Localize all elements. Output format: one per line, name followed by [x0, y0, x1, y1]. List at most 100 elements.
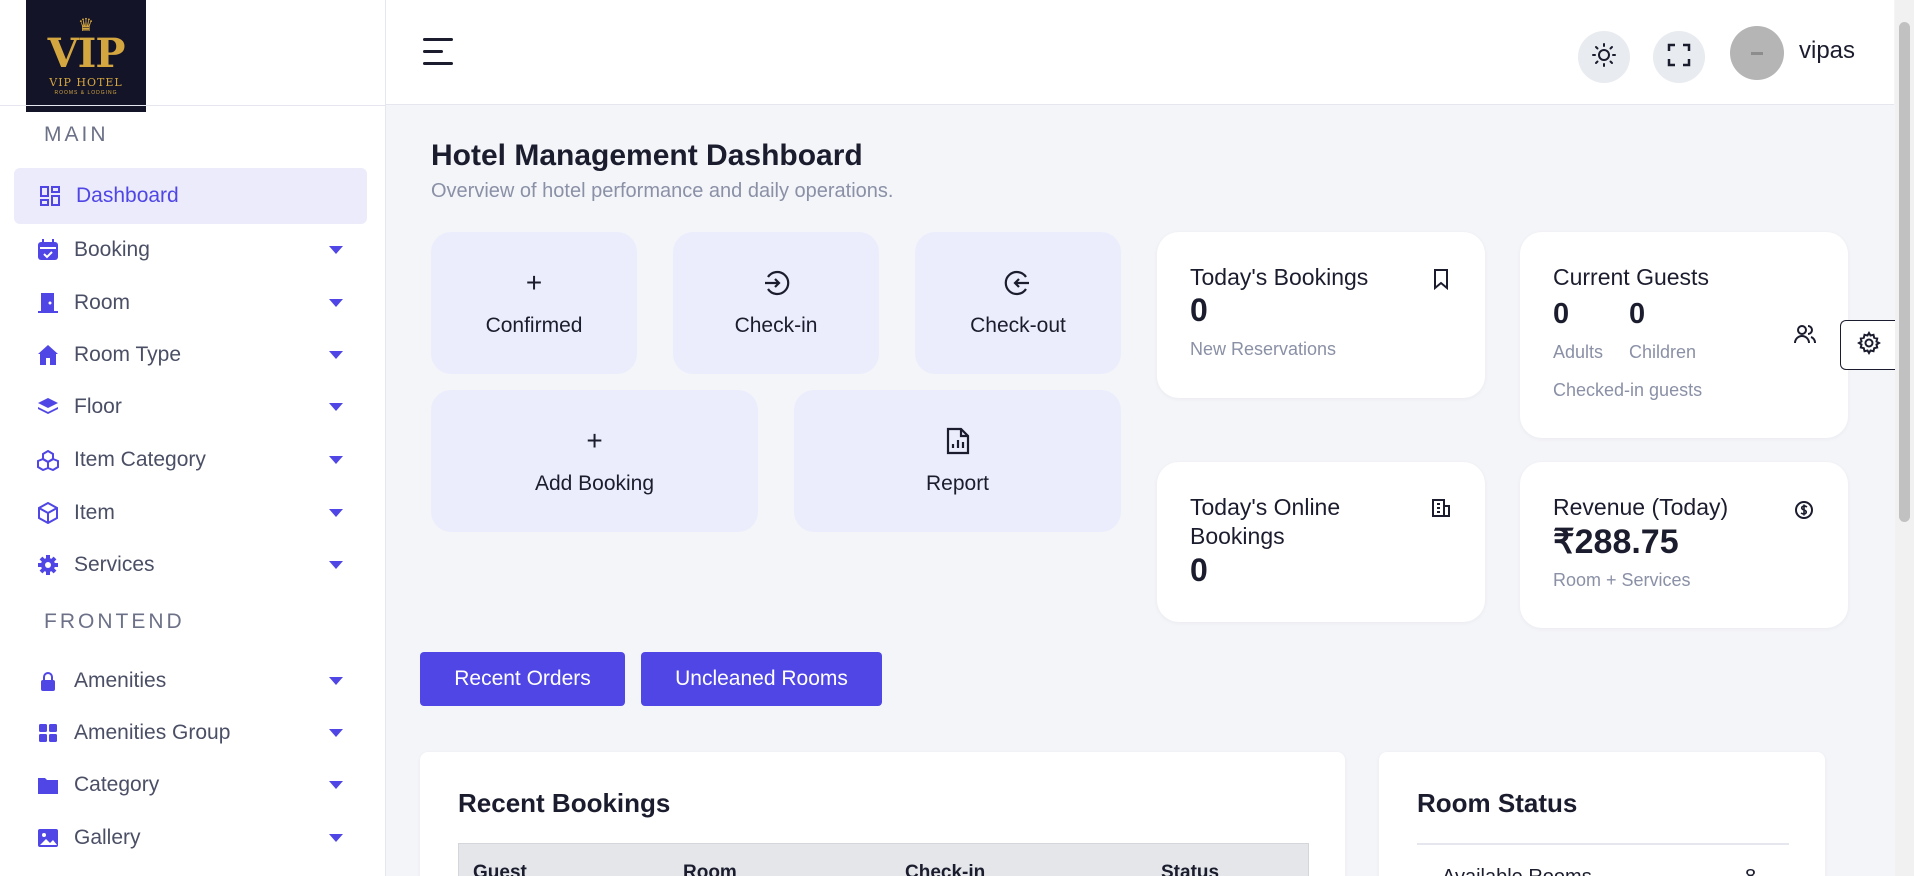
- children-value: 0: [1629, 298, 1646, 330]
- stat-title: Current Guests: [1553, 264, 1709, 290]
- scrollbar-thumb[interactable]: [1899, 22, 1910, 522]
- settings-drawer-button[interactable]: [1840, 320, 1896, 370]
- dollar-coin-icon: [1794, 500, 1816, 522]
- sidebar-item-booking[interactable]: Booking: [14, 222, 367, 278]
- sidebar-item-label: Floor: [74, 395, 122, 418]
- logo-mark: VIP: [47, 30, 126, 77]
- sidebar-item-category[interactable]: Category: [14, 757, 367, 813]
- fullscreen-icon: [1667, 43, 1691, 72]
- sidebar-item-dashboard[interactable]: Dashboard: [14, 168, 367, 224]
- adults-value: 0: [1553, 298, 1570, 330]
- checkin-card[interactable]: Check-in: [673, 232, 879, 374]
- recent-bookings-title: Recent Bookings: [458, 788, 671, 818]
- chevron-down-icon: [329, 834, 343, 842]
- sidebar-item-gallery[interactable]: Gallery: [14, 810, 367, 866]
- bookmark-icon: [1431, 268, 1453, 291]
- users-icon: [1794, 323, 1816, 345]
- image-icon: [36, 826, 60, 850]
- logout-icon: [1004, 268, 1032, 298]
- add-booking-card[interactable]: + Add Booking: [431, 390, 758, 532]
- confirmed-card[interactable]: + Confirmed: [431, 232, 637, 374]
- checkout-label: Check-out: [970, 314, 1066, 337]
- children-label: Children: [1629, 342, 1697, 362]
- room-status-panel: Room Status Available Rooms 8: [1379, 752, 1825, 876]
- column-header-guest: Guest: [473, 862, 527, 876]
- add-booking-label: Add Booking: [534, 472, 655, 495]
- gear-icon: [1856, 330, 1881, 360]
- sidebar-item-label: Amenities: [74, 669, 167, 692]
- column-header-room: Room: [683, 862, 737, 876]
- confirmed-label: Confirmed: [485, 314, 583, 337]
- checkout-card[interactable]: Check-out: [915, 232, 1121, 374]
- sidebar-item-floor[interactable]: Floor: [14, 379, 367, 435]
- dashboard-icon: [38, 184, 62, 208]
- plus-icon: +: [586, 425, 603, 456]
- column-header-checkin: Check-in: [905, 862, 986, 876]
- stat-note: Room + Services: [1553, 570, 1691, 590]
- report-card[interactable]: Report: [794, 390, 1121, 532]
- sidebar-item-item[interactable]: Item: [14, 485, 367, 541]
- chevron-down-icon: [329, 299, 343, 307]
- page-scrollbar[interactable]: [1895, 0, 1914, 876]
- chevron-down-icon: [329, 351, 343, 359]
- sidebar-item-room-type[interactable]: Room Type: [14, 327, 367, 383]
- stat-note: New Reservations: [1190, 339, 1337, 359]
- chevron-down-icon: [329, 781, 343, 789]
- chevron-down-icon: [329, 456, 343, 464]
- online-bookings-card: Today's Online Bookings 0: [1157, 462, 1485, 622]
- recent-orders-button[interactable]: Recent Orders: [420, 652, 625, 706]
- layers-icon: [36, 395, 60, 419]
- sidebar-item-label: Dashboard: [76, 184, 179, 207]
- plus-icon: +: [525, 267, 543, 298]
- logo-tagline: ROOMS & LODGING: [54, 90, 118, 96]
- avatar[interactable]: [1730, 26, 1784, 80]
- available-rooms-label: Available Rooms: [1442, 866, 1592, 876]
- chevron-down-icon: [329, 403, 343, 411]
- logo-name: VIP HOTEL: [49, 76, 123, 89]
- vip-hotel-logo[interactable]: ♛ VIP VIP HOTEL ROOMS & LODGING: [26, 0, 146, 112]
- sun-icon: [1591, 42, 1617, 73]
- sidebar-item-room[interactable]: Room: [14, 275, 367, 331]
- room-status-divider: [1417, 843, 1789, 845]
- sidebar-item-amenities-group[interactable]: Amenities Group: [14, 705, 367, 761]
- uncleaned-rooms-button[interactable]: Uncleaned Rooms: [641, 652, 882, 706]
- chevron-down-icon: [329, 509, 343, 517]
- stat-value: 0: [1190, 292, 1208, 328]
- stat-title-line2: Bookings: [1190, 523, 1285, 549]
- box-icon: [36, 501, 60, 525]
- theme-toggle-button[interactable]: [1578, 31, 1630, 83]
- stat-title: Revenue (Today): [1553, 494, 1729, 520]
- chevron-down-icon: [329, 246, 343, 254]
- door-icon: [36, 291, 60, 315]
- fullscreen-button[interactable]: [1653, 31, 1705, 83]
- chevron-down-icon: [329, 561, 343, 569]
- chevron-down-icon: [329, 729, 343, 737]
- adults-label: Adults: [1553, 342, 1604, 362]
- menu-toggle-icon[interactable]: [423, 36, 455, 68]
- todays-bookings-card: Today's Bookings 0 New Reservations: [1157, 232, 1485, 398]
- table-header: Guest Room Check-in Status: [458, 843, 1309, 876]
- gear-icon: [36, 553, 60, 577]
- home-icon: [36, 343, 60, 367]
- stat-value: ₹288.75: [1553, 523, 1679, 561]
- sidebar-item-label: Amenities Group: [74, 721, 231, 744]
- sidebar-item-label: Booking: [74, 238, 150, 261]
- stat-title-line1: Today's Online: [1190, 494, 1341, 520]
- sidebar-item-label: Gallery: [74, 826, 141, 849]
- chevron-down-icon: [329, 677, 343, 685]
- sidebar-item-item-category[interactable]: Item Category: [14, 432, 367, 488]
- sidebar-item-amenities[interactable]: Amenities: [14, 653, 367, 709]
- stat-note: Checked-in guests: [1553, 380, 1703, 400]
- current-guests-card: Current Guests 0 0 Adults Children Check…: [1520, 232, 1848, 438]
- sidebar-item-services[interactable]: Services: [14, 537, 367, 593]
- sidebar-item-label: Category: [74, 773, 160, 796]
- column-header-status: Status: [1161, 862, 1220, 876]
- username[interactable]: vipas: [1799, 37, 1855, 65]
- sidebar: ♛ VIP VIP HOTEL ROOMS & LODGING MAIN Das…: [0, 0, 386, 876]
- page-subtitle: Overview of hotel performance and daily …: [431, 180, 894, 202]
- folder-icon: [36, 773, 60, 797]
- sidebar-item-label: Services: [74, 553, 155, 576]
- calendar-icon: [36, 238, 60, 262]
- sidebar-item-label: Item Category: [74, 448, 206, 471]
- grid-icon: [36, 721, 60, 745]
